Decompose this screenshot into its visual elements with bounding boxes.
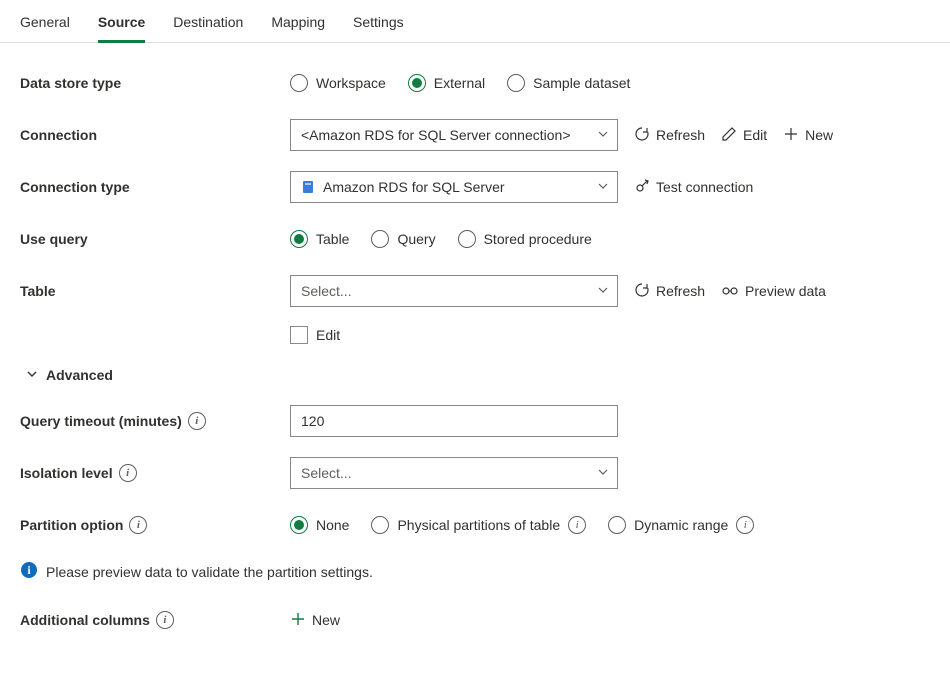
radio-none-label: None bbox=[316, 517, 349, 533]
tab-source[interactable]: Source bbox=[98, 14, 145, 42]
table-refresh-label: Refresh bbox=[656, 283, 705, 299]
connection-type-value: Amazon RDS for SQL Server bbox=[323, 179, 505, 195]
data-store-type-radio-group: Workspace External Sample dataset bbox=[290, 74, 630, 92]
connection-edit-label: Edit bbox=[743, 127, 767, 143]
radio-external-label: External bbox=[434, 75, 485, 91]
radio-sample-label: Sample dataset bbox=[533, 75, 630, 91]
chevron-down-icon bbox=[26, 367, 38, 383]
connection-refresh-button[interactable]: Refresh bbox=[634, 126, 705, 145]
label-partition-option: Partition option i bbox=[20, 516, 290, 534]
tab-settings[interactable]: Settings bbox=[353, 14, 404, 42]
label-additional-columns: Additional columns i bbox=[20, 611, 290, 629]
chevron-down-icon bbox=[597, 127, 609, 143]
additional-columns-new-button[interactable]: New bbox=[290, 611, 340, 630]
query-timeout-input[interactable]: 120 bbox=[290, 405, 618, 437]
radio-table-label: Table bbox=[316, 231, 349, 247]
test-connection-label: Test connection bbox=[656, 179, 753, 195]
info-icon[interactable]: i bbox=[129, 516, 147, 534]
database-icon bbox=[301, 180, 315, 194]
tab-general[interactable]: General bbox=[20, 14, 70, 42]
chevron-down-icon bbox=[597, 283, 609, 299]
radio-query[interactable]: Query bbox=[371, 230, 435, 248]
radio-partition-none[interactable]: None bbox=[290, 516, 349, 534]
plus-icon bbox=[290, 611, 306, 630]
info-icon[interactable]: i bbox=[119, 464, 137, 482]
label-table: Table bbox=[20, 283, 290, 299]
use-query-radio-group: Table Query Stored procedure bbox=[290, 230, 592, 248]
preview-data-button[interactable]: Preview data bbox=[721, 282, 826, 301]
info-icon[interactable]: i bbox=[736, 516, 754, 534]
radio-sample-dataset[interactable]: Sample dataset bbox=[507, 74, 630, 92]
tab-mapping[interactable]: Mapping bbox=[271, 14, 325, 42]
radio-physical-label: Physical partitions of table bbox=[397, 517, 560, 533]
radio-sp-label: Stored procedure bbox=[484, 231, 592, 247]
radio-workspace[interactable]: Workspace bbox=[290, 74, 386, 92]
info-icon[interactable]: i bbox=[188, 412, 206, 430]
preview-data-label: Preview data bbox=[745, 283, 826, 299]
refresh-icon bbox=[634, 282, 650, 301]
glasses-icon bbox=[721, 282, 739, 301]
additional-columns-new-label: New bbox=[312, 612, 340, 628]
table-edit-checkbox-label: Edit bbox=[316, 327, 340, 343]
partition-info-message: i Please preview data to validate the pa… bbox=[20, 561, 930, 582]
pencil-icon bbox=[721, 126, 737, 145]
table-edit-checkbox[interactable] bbox=[290, 326, 308, 344]
refresh-icon bbox=[634, 126, 650, 145]
label-connection-type: Connection type bbox=[20, 179, 290, 195]
info-icon[interactable]: i bbox=[156, 611, 174, 629]
isolation-level-select[interactable]: Select... bbox=[290, 457, 618, 489]
connection-refresh-label: Refresh bbox=[656, 127, 705, 143]
isolation-level-placeholder: Select... bbox=[301, 465, 352, 481]
connection-edit-button[interactable]: Edit bbox=[721, 126, 767, 145]
connection-select[interactable]: <Amazon RDS for SQL Server connection> bbox=[290, 119, 618, 151]
info-filled-icon: i bbox=[20, 561, 38, 582]
label-query-timeout: Query timeout (minutes) i bbox=[20, 412, 290, 430]
test-connection-button[interactable]: Test connection bbox=[634, 178, 753, 197]
radio-dynamic-label: Dynamic range bbox=[634, 517, 728, 533]
label-connection: Connection bbox=[20, 127, 290, 143]
label-isolation-level: Isolation level i bbox=[20, 464, 290, 482]
radio-workspace-label: Workspace bbox=[316, 75, 386, 91]
advanced-toggle[interactable]: Advanced bbox=[26, 367, 930, 383]
plus-icon bbox=[783, 126, 799, 145]
connection-new-label: New bbox=[805, 127, 833, 143]
label-data-store-type: Data store type bbox=[20, 75, 290, 91]
info-icon[interactable]: i bbox=[568, 516, 586, 534]
radio-partition-dynamic[interactable]: Dynamic range i bbox=[608, 516, 754, 534]
partition-option-radio-group: None Physical partitions of table i Dyna… bbox=[290, 516, 754, 534]
table-select-placeholder: Select... bbox=[301, 283, 352, 299]
connection-new-button[interactable]: New bbox=[783, 126, 833, 145]
radio-table[interactable]: Table bbox=[290, 230, 349, 248]
tabs-bar: General Source Destination Mapping Setti… bbox=[0, 0, 950, 43]
query-timeout-value: 120 bbox=[301, 413, 324, 429]
table-refresh-button[interactable]: Refresh bbox=[634, 282, 705, 301]
table-select[interactable]: Select... bbox=[290, 275, 618, 307]
connection-select-value: <Amazon RDS for SQL Server connection> bbox=[301, 127, 571, 143]
tab-destination[interactable]: Destination bbox=[173, 14, 243, 42]
radio-partition-physical[interactable]: Physical partitions of table i bbox=[371, 516, 586, 534]
chevron-down-icon bbox=[597, 465, 609, 481]
advanced-label: Advanced bbox=[46, 367, 113, 383]
radio-stored-procedure[interactable]: Stored procedure bbox=[458, 230, 592, 248]
chevron-down-icon bbox=[597, 179, 609, 195]
partition-info-text: Please preview data to validate the part… bbox=[46, 564, 373, 580]
radio-external[interactable]: External bbox=[408, 74, 485, 92]
test-connection-icon bbox=[634, 178, 650, 197]
form-body: Data store type Workspace External Sampl… bbox=[0, 43, 950, 680]
radio-query-label: Query bbox=[397, 231, 435, 247]
connection-type-select[interactable]: Amazon RDS for SQL Server bbox=[290, 171, 618, 203]
label-use-query: Use query bbox=[20, 231, 290, 247]
